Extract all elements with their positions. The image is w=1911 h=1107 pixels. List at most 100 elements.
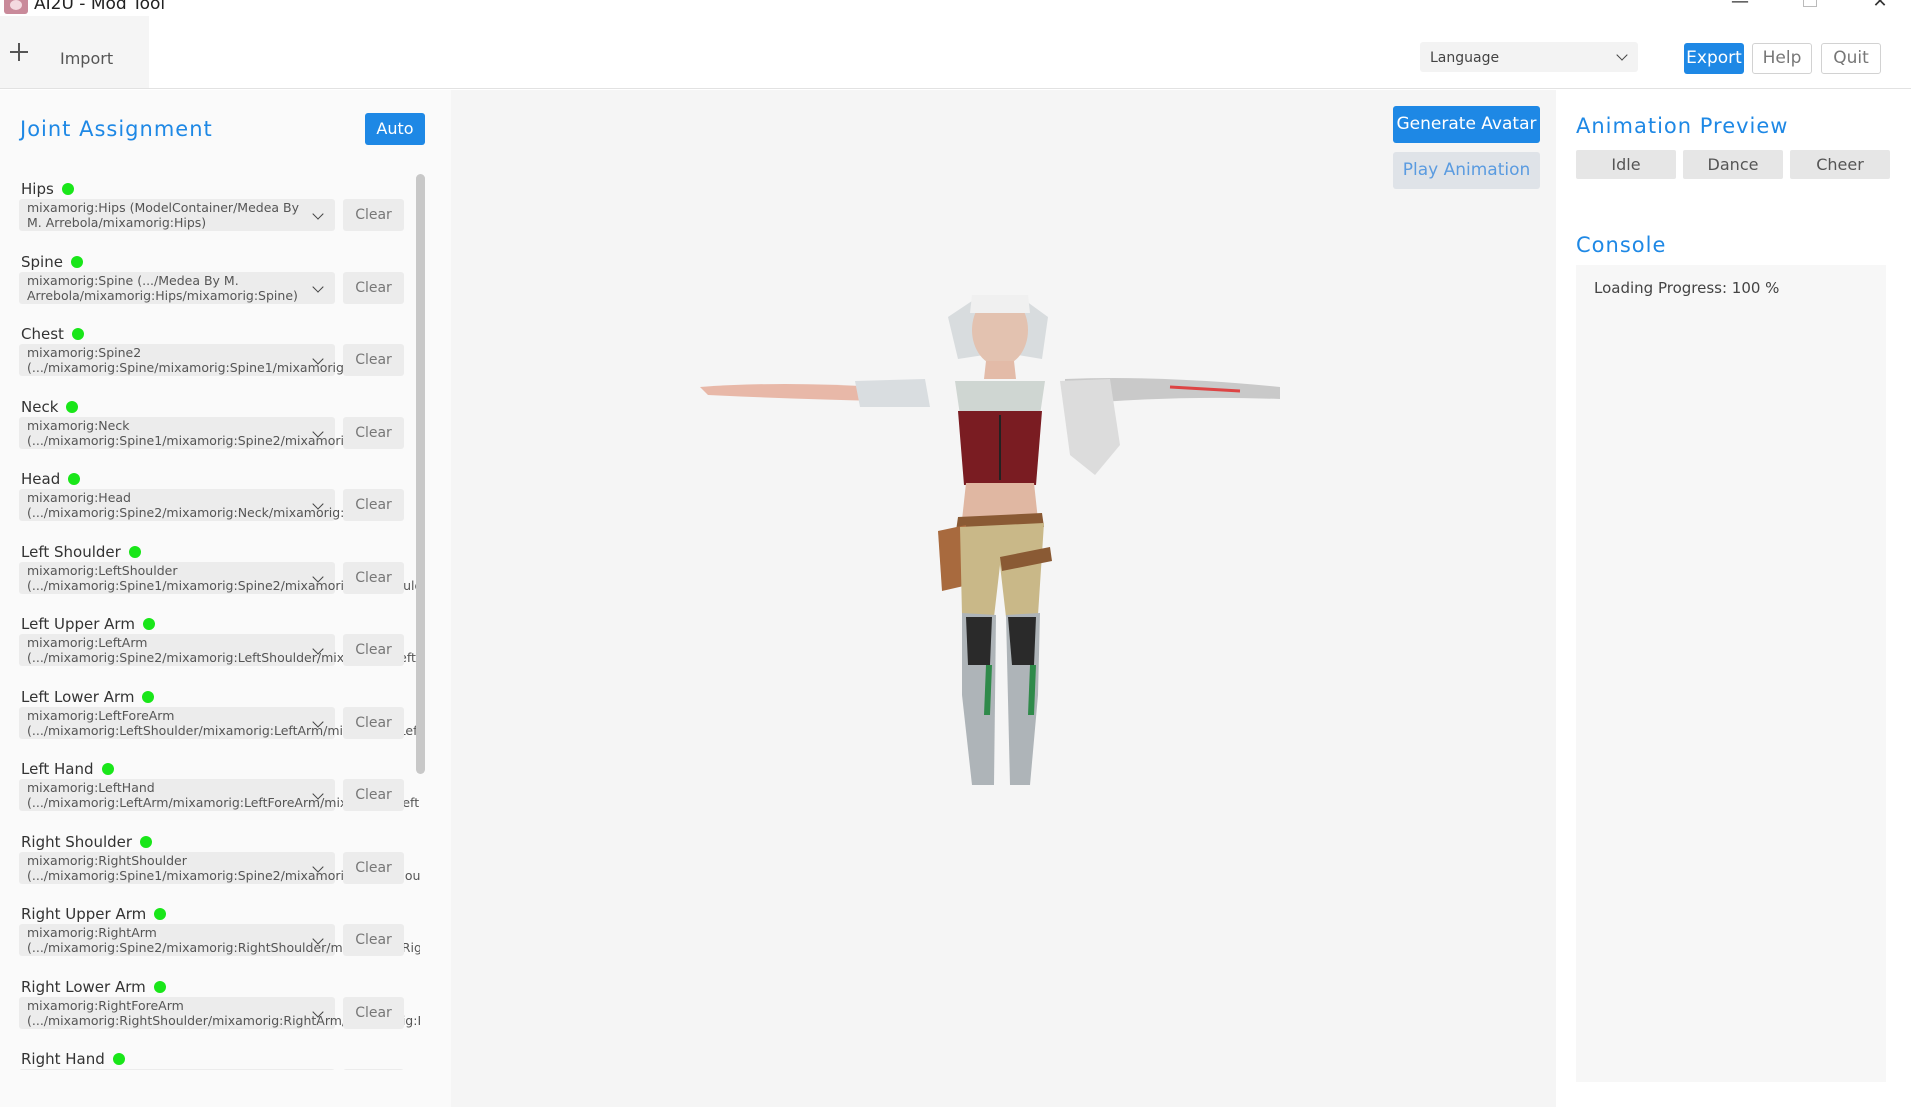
clear-button[interactable]: Clear <box>343 489 404 521</box>
close-icon[interactable]: ✕ <box>1860 0 1900 14</box>
joint-row: Left Shoulder mixamorig:LeftShoulder (...… <box>0 543 420 616</box>
joint-row: Right Lower Arm mixamorig:RightForeArm (.… <box>0 978 420 1051</box>
joint-label: Head <box>21 470 81 488</box>
status-dot-icon <box>153 980 166 993</box>
quit-button[interactable]: Quit <box>1821 43 1881 74</box>
joint-path-value: mixamorig:Spine (.../Medea By M. Arrebol… <box>27 272 298 303</box>
clear-button[interactable]: Clear <box>343 996 404 1029</box>
clear-button[interactable]: Clear <box>343 199 404 231</box>
joint-row: Head mixamorig:Head (.../mixamorig:Spine2… <box>0 470 420 543</box>
status-dot-icon <box>142 618 155 630</box>
scrollbar-thumb[interactable] <box>416 174 425 774</box>
joint-row: Right Handmixamorig:RightHand Clear <box>0 1050 420 1070</box>
help-button[interactable]: Help <box>1752 43 1812 74</box>
joint-label: Left Shoulder <box>21 543 141 561</box>
joint-select[interactable]: mixamorig:RightArm (.../mixamorig:Spine2… <box>19 924 420 956</box>
app-logo-icon <box>4 0 28 14</box>
joint-name: Spine <box>21 252 63 271</box>
clear-button[interactable]: Clear <box>343 271 404 304</box>
joint-select[interactable]: mixamorig:LeftArm (.../mixamorig:Spine2/… <box>19 634 420 666</box>
joint-row: Left Upper Arm mixamorig:LeftArm (.../mix… <box>0 615 420 688</box>
joint-path-value: mixamorig:Head (.../mixamorig:Spine2/mix… <box>27 490 382 520</box>
language-select-value: Language <box>1430 50 1500 66</box>
joint-path-value: mixamorig:LeftHand (.../mixamorig:LeftAr… <box>27 780 420 810</box>
dance-button[interactable]: Dance <box>1683 150 1783 179</box>
minimize-icon[interactable]: — <box>1720 0 1760 14</box>
chevron-down-icon <box>312 280 324 293</box>
clear-button[interactable]: Clear <box>343 706 404 739</box>
clear-button[interactable]: Clear <box>343 634 404 666</box>
joint-label: Left Lower Arm <box>21 687 155 706</box>
joint-select[interactable]: mixamorig:LeftHand (.../mixamorig:LeftAr… <box>19 779 420 811</box>
joint-select[interactable]: mixamorig:RightForeArm (.../mixamorig:Ri… <box>19 996 420 1029</box>
import-button[interactable]: Import <box>0 16 149 88</box>
status-dot-icon <box>70 255 83 268</box>
language-select[interactable]: Language <box>1420 42 1638 72</box>
joint-name: Left Hand <box>21 760 94 778</box>
joint-path-value: mixamorig:RightArm (.../mixamorig:Spine2… <box>27 925 420 955</box>
clear-button[interactable]: Clear <box>343 851 404 884</box>
joint-label: Left Upper Arm <box>21 615 155 633</box>
status-dot-icon <box>61 183 74 195</box>
joint-name: Chest <box>21 325 64 343</box>
status-dot-icon <box>71 328 84 340</box>
joint-row: Right Shoulder mixamorig:RightShoulder (.… <box>0 833 420 906</box>
export-button[interactable]: Export <box>1684 43 1744 74</box>
clear-button[interactable]: Clear <box>343 416 404 449</box>
status-dot-icon <box>112 1053 125 1065</box>
joint-name: Right Lower Arm <box>21 977 146 996</box>
joint-path-value: mixamorig:LeftShoulder (.../mixamorig:Sp… <box>27 562 420 593</box>
joint-select[interactable]: mixamorig:Hips (ModelContainer/Medea By … <box>19 199 335 231</box>
console-title: Console <box>1576 233 1667 257</box>
joint-name: Left Upper Arm <box>21 615 135 633</box>
joint-select[interactable]: mixamorig:RightShoulder (.../mixamorig:S… <box>19 851 420 884</box>
status-dot-icon <box>101 763 114 775</box>
generate-avatar-button[interactable]: Generate Avatar <box>1393 106 1540 143</box>
joint-name: Left Lower Arm <box>21 687 135 706</box>
maximize-icon[interactable] <box>1790 0 1830 14</box>
status-dot-icon <box>128 545 141 558</box>
joint-name: Head <box>21 470 61 488</box>
joint-row: Neck mixamorig:Neck (.../mixamorig:Spine1… <box>0 398 420 471</box>
joint-label: Left Hand <box>21 760 114 778</box>
animation-preview-title: Animation Preview <box>1576 114 1789 138</box>
status-dot-icon <box>140 835 153 848</box>
clear-button[interactable]: Clear <box>343 561 404 594</box>
joint-row: Right Upper Arm mixamorig:RightArm (.../m… <box>0 905 420 978</box>
clear-button[interactable]: Clear <box>343 779 404 811</box>
joint-label: Right Shoulder <box>21 833 153 851</box>
joint-row: Left Lower Arm mixamorig:LeftForeArm (...… <box>0 688 420 761</box>
joint-select[interactable]: mixamorig:Neck (.../mixamorig:Spine1/mix… <box>19 416 393 449</box>
console-text: Loading Progress: 100 % <box>1594 279 1780 297</box>
title-bar: AI2U - Mod Tool — ✕ <box>0 0 1911 16</box>
joint-select[interactable]: mixamorig:Spine (.../Medea By M. Arrebol… <box>19 271 335 304</box>
joint-select[interactable]: mixamorig:LeftShoulder (.../mixamorig:Sp… <box>19 561 420 594</box>
joint-path-value: mixamorig:RightHand <box>27 1069 307 1070</box>
auto-button[interactable]: Auto <box>365 113 425 145</box>
joint-path-value: mixamorig:LeftArm (.../mixamorig:Spine2/… <box>27 635 420 665</box>
joint-assignment-panel: Joint Assignment Auto Hips mixamorig:Hips… <box>0 90 451 1107</box>
clear-button[interactable]: Clear <box>343 924 404 956</box>
joint-label: Right Upper Arm <box>21 905 167 923</box>
joint-select[interactable]: mixamorig:Head (.../mixamorig:Spine2/mix… <box>19 489 382 521</box>
joint-label: Right Hand <box>21 1050 125 1068</box>
joint-select[interactable]: mixamorig:LeftForeArm (.../mixamorig:Lef… <box>19 706 420 739</box>
status-dot-icon <box>154 908 167 920</box>
joint-select[interactable]: mixamorig:Spine2 (.../mixamorig:Spine/mi… <box>19 344 396 376</box>
play-animation-button[interactable]: Play Animation <box>1393 152 1540 189</box>
idle-button[interactable]: Idle <box>1576 150 1676 179</box>
joint-label: Hips <box>21 180 74 198</box>
joint-assignment-title: Joint Assignment <box>20 117 213 141</box>
joint-name: Left Shoulder <box>21 542 121 561</box>
joint-path-value: mixamorig:Neck (.../mixamorig:Spine1/mix… <box>27 417 393 448</box>
cheer-button[interactable]: Cheer <box>1790 150 1890 179</box>
avatar-model-image <box>700 295 1280 785</box>
clear-button[interactable]: Clear <box>343 1069 404 1070</box>
joint-path-value: mixamorig:Spine2 (.../mixamorig:Spine/mi… <box>27 345 396 375</box>
joint-path-value: mixamorig:Hips (ModelContainer/Medea By … <box>27 200 299 230</box>
clear-button[interactable]: Clear <box>343 344 404 376</box>
joint-name: Neck <box>21 397 59 416</box>
joint-select[interactable]: mixamorig:RightHand <box>19 1069 335 1070</box>
joint-list: Hips mixamorig:Hips (ModelContainer/Medea… <box>0 180 420 1070</box>
import-label: Import <box>60 49 114 68</box>
